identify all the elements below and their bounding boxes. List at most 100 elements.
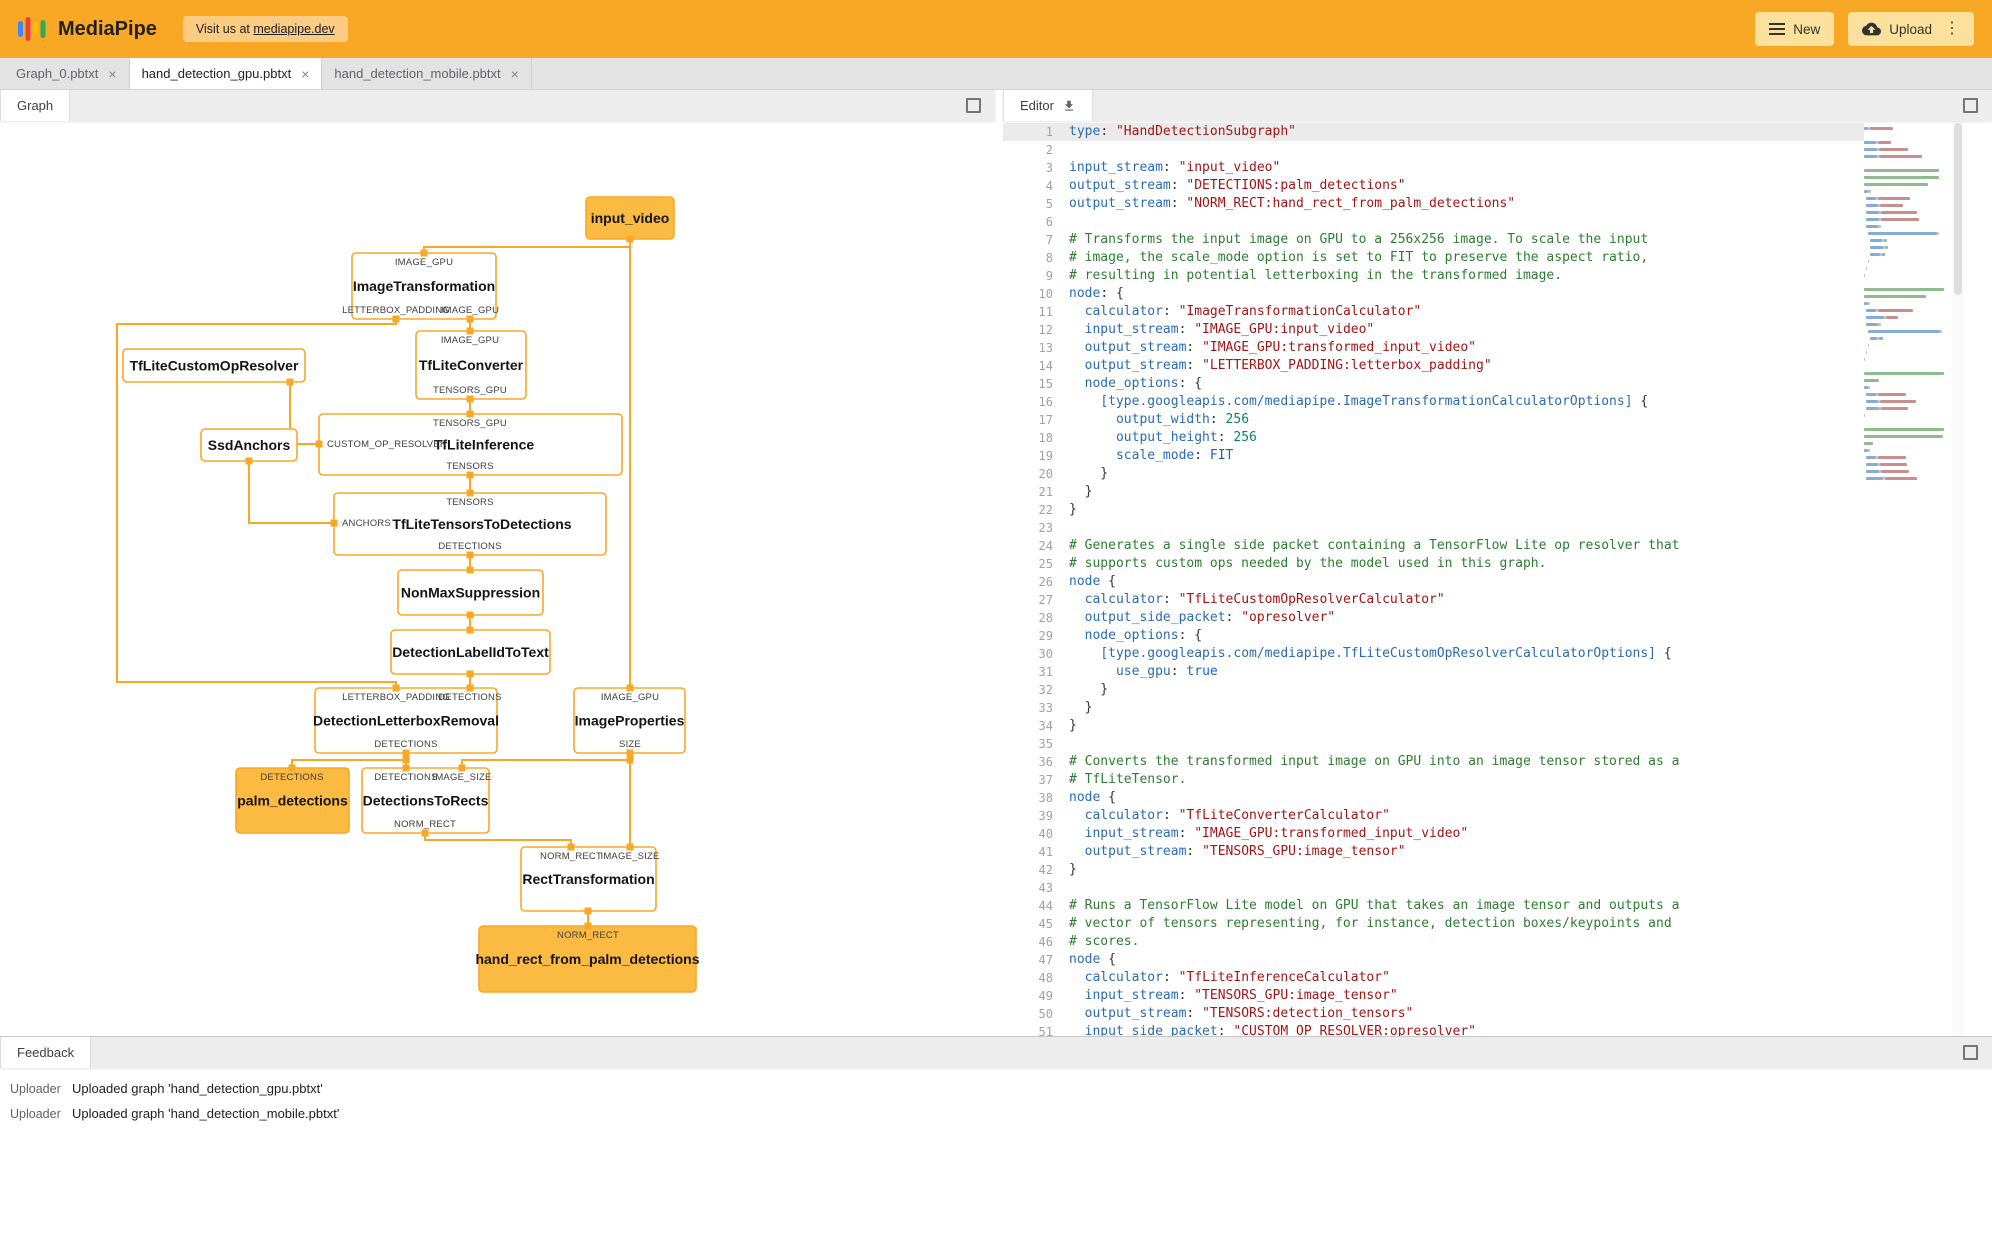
graph-canvas[interactable]: input_video ImageTransformation IMAGE_GPU L… xyxy=(0,121,995,1036)
visit-us-chip: Visit us at mediapipe.dev xyxy=(182,16,348,42)
code-line[interactable]: 32 } xyxy=(1003,681,1864,699)
code-line[interactable]: 14 output_stream: "LETTERBOX_PADDING:let… xyxy=(1003,357,1864,375)
code-line[interactable]: 23 xyxy=(1003,519,1864,537)
graph-node-ImageTransformation[interactable]: ImageTransformationIMAGE_GPULETTERBOX_PA… xyxy=(342,252,499,320)
code-line[interactable]: 33 } xyxy=(1003,699,1864,717)
editor-tab-label: Editor xyxy=(1020,98,1054,113)
kebab-menu-icon[interactable]: ⋮ xyxy=(1944,21,1960,37)
app-title: MediaPipe xyxy=(58,17,157,40)
code-line[interactable]: 13 output_stream: "IMAGE_GPU:transformed… xyxy=(1003,339,1864,357)
code-line[interactable]: 9 # resulting in potential letterboxing i… xyxy=(1003,267,1864,285)
tab-feedback[interactable]: Feedback xyxy=(0,1037,92,1068)
code-line[interactable]: 30 [type.googleapis.com/mediapipe.TfLite… xyxy=(1003,645,1864,663)
svg-text:DETECTIONS: DETECTIONS xyxy=(374,772,437,783)
graph-node-TfLiteTensorsToDetections[interactable]: TfLiteTensorsToDetections TENSORS DETECTIO… xyxy=(333,492,607,556)
graph-node-ImageProperties[interactable]: ImageProperties IMAGE_GPU SIZE xyxy=(573,687,686,754)
code-line[interactable]: 26 node { xyxy=(1003,573,1864,591)
expand-feedback-icon[interactable] xyxy=(1963,1045,1978,1060)
code-line[interactable]: 42} xyxy=(1003,861,1864,879)
graph-node-DetectionLabelIdToText[interactable]: DetectionLabelIdToText xyxy=(390,629,551,675)
tab-editor[interactable]: Editor xyxy=(1003,90,1093,121)
code-line[interactable]: 16 [type.googleapis.com/mediapipe.ImageT… xyxy=(1003,393,1864,411)
upload-button[interactable]: Upload ⋮ xyxy=(1848,12,1974,46)
code-line[interactable]: 36 # Converts the transformed input image… xyxy=(1003,753,1864,771)
code-line[interactable]: 1 type: "HandDetectionSubgraph" xyxy=(1003,123,1864,141)
mediapipe-dev-link[interactable]: mediapipe.dev xyxy=(253,22,334,36)
code-line[interactable]: 18 output_height: 256 xyxy=(1003,429,1864,447)
close-tab-icon[interactable]: × xyxy=(108,67,116,81)
tab-hand-detection-gpu-pbtxt[interactable]: hand_detection_gpu.pbtxt × xyxy=(129,58,323,89)
code-line[interactable]: 21 } xyxy=(1003,483,1864,501)
svg-text:NORM_RECT: NORM_RECT xyxy=(394,819,456,830)
graph-node-TfLiteInference[interactable]: TfLiteInference TENSORS_GPU TENSORS CUSTOM_… xyxy=(318,413,623,476)
code-line[interactable]: 35 xyxy=(1003,735,1864,753)
code-line[interactable]: 27 calculator: "TfLiteCustomOpResolverCa… xyxy=(1003,591,1864,609)
code-line[interactable]: 4 output_stream: "DETECTIONS:palm_detecti… xyxy=(1003,177,1864,195)
code-line[interactable]: 7 # Transforms the input image on GPU to … xyxy=(1003,231,1864,249)
code-line[interactable]: 46 # scores. xyxy=(1003,933,1864,951)
graph-node-RectTransformation[interactable]: RectTransformation NORM_RECTIMAGE_SIZE xyxy=(520,846,660,912)
code-line[interactable]: 28 output_side_packet: "opresolver" xyxy=(1003,609,1864,627)
code-line[interactable]: 41 output_stream: "TENSORS_GPU:image_ten… xyxy=(1003,843,1864,861)
graph-node-DetectionLetterboxRemoval[interactable]: DetectionLetterboxRemoval LETTERBOX_PADDI… xyxy=(313,687,502,754)
svg-text:RectTransformation: RectTransformation xyxy=(522,871,654,887)
graph-node-palm_detections[interactable]: palm_detections DETECTIONS xyxy=(235,767,350,834)
code-line[interactable]: 5 output_stream: "NORM_RECT:hand_rect_fro… xyxy=(1003,195,1864,213)
editor-scrollbar[interactable] xyxy=(1952,121,1964,1036)
graph-node-hand_rect_from_palm_detections[interactable]: hand_rect_from_palm_detections NORM_RECT xyxy=(475,925,700,993)
graph-node-DetectionsToRects[interactable]: DetectionsToRects DETECTIONSIMAGE_SIZE NOR… xyxy=(361,767,492,834)
code-line[interactable]: 34} xyxy=(1003,717,1864,735)
code-line[interactable]: 44 # Runs a TensorFlow Lite model on GPU … xyxy=(1003,897,1864,915)
new-button[interactable]: New xyxy=(1755,12,1835,46)
graph-node-TfLiteConverter[interactable]: TfLiteConverter IMAGE_GPU TENSORS_GPU xyxy=(415,330,527,400)
code-line[interactable]: 50 output_stream: "TENSORS:detection_ten… xyxy=(1003,1005,1864,1023)
code-line[interactable]: 6 xyxy=(1003,213,1864,231)
feedback-entry: Uploader Uploaded graph 'hand_detection_… xyxy=(0,1101,1992,1126)
code-line[interactable]: 19 scale_mode: FIT xyxy=(1003,447,1864,465)
code-line[interactable]: 45 # vector of tensors representing, for … xyxy=(1003,915,1864,933)
svg-text:DETECTIONS: DETECTIONS xyxy=(374,739,437,750)
svg-text:TfLiteInference: TfLiteInference xyxy=(434,437,535,453)
code-line[interactable]: 39 calculator: "TfLiteConverterCalculato… xyxy=(1003,807,1864,825)
close-tab-icon[interactable]: × xyxy=(511,67,519,81)
code-line[interactable]: 17 output_width: 256 xyxy=(1003,411,1864,429)
graph-node-input_video[interactable]: input_video xyxy=(585,196,675,240)
code-line[interactable]: 12 input_stream: "IMAGE_GPU:input_video" xyxy=(1003,321,1864,339)
graph-node-SsdAnchors[interactable]: SsdAnchors xyxy=(200,428,298,462)
minimap[interactable] xyxy=(1864,121,1952,1036)
code-line[interactable]: 11 calculator: "ImageTransformationCalcu… xyxy=(1003,303,1864,321)
editor-pane-header: Editor xyxy=(1003,90,1992,121)
code-line[interactable]: 20 } xyxy=(1003,465,1864,483)
code-line[interactable]: 31 use_gpu: true xyxy=(1003,663,1864,681)
code-line[interactable]: 3 input_stream: "input_video" xyxy=(1003,159,1864,177)
code-line[interactable]: 15 node_options: { xyxy=(1003,375,1864,393)
code-line[interactable]: 43 xyxy=(1003,879,1864,897)
code-line[interactable]: 37 # TfLiteTensor. xyxy=(1003,771,1864,789)
code-line[interactable]: 2 xyxy=(1003,141,1864,159)
scrollbar-thumb[interactable] xyxy=(1954,123,1962,295)
code-line[interactable]: 29 node_options: { xyxy=(1003,627,1864,645)
tab-hand-detection-mobile-pbtxt[interactable]: hand_detection_mobile.pbtxt × xyxy=(322,58,532,89)
graph-node-NonMaxSuppression[interactable]: NonMaxSuppression xyxy=(397,569,544,616)
code-line[interactable]: 10 node: { xyxy=(1003,285,1864,303)
expand-editor-icon[interactable] xyxy=(1963,98,1978,113)
code-line[interactable]: 22} xyxy=(1003,501,1864,519)
tab-graph[interactable]: Graph xyxy=(0,90,71,121)
close-tab-icon[interactable]: × xyxy=(301,67,309,81)
expand-graph-icon[interactable] xyxy=(966,98,981,113)
download-icon[interactable] xyxy=(1062,99,1076,113)
code-line[interactable]: 48 calculator: "TfLiteInferenceCalculato… xyxy=(1003,969,1864,987)
tab-graph-0-pbtxt[interactable]: Graph_0.pbtxt × xyxy=(4,58,130,89)
graph-node-TfLiteCustomOpResolver[interactable]: TfLiteCustomOpResolver xyxy=(122,348,306,383)
strip-spacer xyxy=(1093,90,1963,121)
code-line[interactable]: 40 input_stream: "IMAGE_GPU:transformed_… xyxy=(1003,825,1864,843)
code-line[interactable]: 51 input_side_packet: "CUSTOM_OP_RESOLVE… xyxy=(1003,1023,1864,1036)
code-line[interactable]: 38 node { xyxy=(1003,789,1864,807)
code-line[interactable]: 47 node { xyxy=(1003,951,1864,969)
code-line[interactable]: 24 # Generates a single side packet conta… xyxy=(1003,537,1864,555)
code-line[interactable]: 49 input_stream: "TENSORS_GPU:image_tens… xyxy=(1003,987,1864,1005)
code-line[interactable]: 8 # image, the scale_mode option is set t… xyxy=(1003,249,1864,267)
code-line[interactable]: 25 # supports custom ops needed by the mo… xyxy=(1003,555,1864,573)
svg-text:TfLiteTensorsToDetections: TfLiteTensorsToDetections xyxy=(392,516,571,532)
code-editor[interactable]: 1 type: "HandDetectionSubgraph" 2 3 input_s… xyxy=(1003,121,1864,1036)
